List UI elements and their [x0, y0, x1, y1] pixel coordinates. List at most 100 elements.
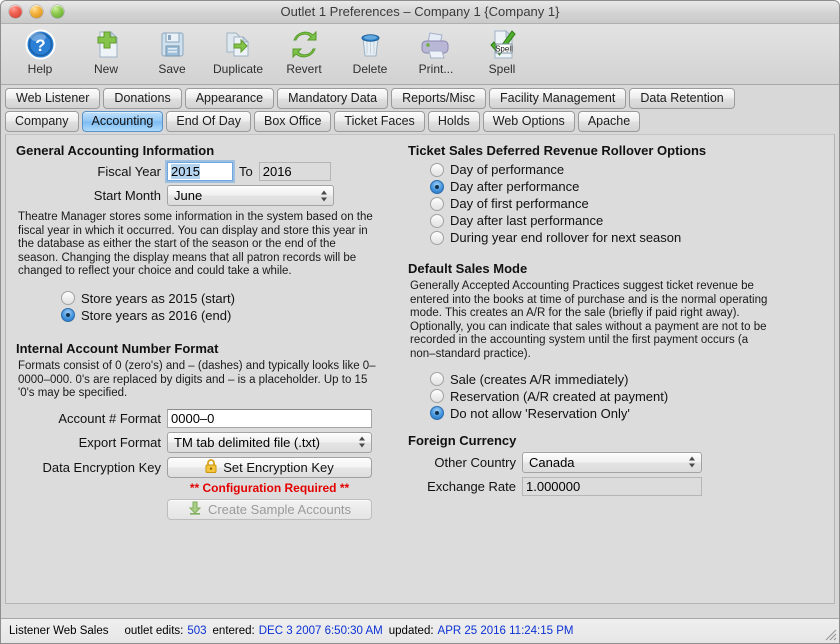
- account-format-row: Account # Format 0000–0: [6, 408, 396, 428]
- tab-apache[interactable]: Apache: [577, 111, 641, 132]
- configuration-required-warning: ** Configuration Required **: [189, 480, 350, 495]
- general-accounting-heading: General Accounting Information: [16, 143, 215, 158]
- deferred-revenue-radio-group: Day of performance Day after performance…: [430, 162, 838, 245]
- option-label: Day of performance: [450, 162, 565, 177]
- tab-web-options[interactable]: Web Options: [482, 111, 575, 132]
- store-years-radio-group: Store years as 2015 (start) Store years …: [61, 291, 396, 323]
- svg-text:?: ?: [35, 36, 45, 55]
- radio-icon: [430, 230, 444, 245]
- toolbar-button-revert[interactable]: Revert: [271, 24, 337, 76]
- svg-text:Spell: Spell: [495, 44, 513, 53]
- export-format-label: Export Format: [78, 434, 161, 450]
- fiscal-year-label: Fiscal Year: [97, 164, 161, 179]
- toolbar-button-duplicate[interactable]: Duplicate: [205, 24, 271, 76]
- toolbar-button-new[interactable]: New: [73, 24, 139, 76]
- sales-mode-option-no-reservation-only[interactable]: Do not allow 'Reservation Only': [430, 406, 838, 421]
- resize-grip[interactable]: [823, 627, 837, 641]
- tab-facility-management[interactable]: Facility Management: [489, 88, 627, 109]
- stepper-arrows-icon: [359, 436, 366, 449]
- toolbar-label: Duplicate: [212, 62, 264, 76]
- trash-icon: [355, 27, 386, 61]
- other-country-row: Other Country Canada: [398, 451, 838, 473]
- fiscal-year-input[interactable]: 2015: [167, 162, 233, 181]
- toolbar-button-save[interactable]: Save: [139, 24, 205, 76]
- radio-icon: [430, 372, 444, 387]
- tab-end-of-day[interactable]: End Of Day: [166, 111, 251, 132]
- status-value: DEC 3 2007 6:50:30 AM: [258, 625, 383, 637]
- tab-web-listener[interactable]: Web Listener: [5, 88, 101, 109]
- status-updated: updated: APR 25 2016 11:24:15 PM: [389, 625, 574, 637]
- save-floppy-icon: [157, 27, 188, 61]
- deferred-option-day-after-performance[interactable]: Day after performance: [430, 179, 838, 194]
- status-label: entered:: [212, 625, 255, 637]
- radio-icon: [430, 213, 444, 228]
- start-month-select[interactable]: June: [167, 185, 334, 206]
- tab-bar: Web Listener Donations Appearance Mandat…: [1, 85, 839, 132]
- toolbar-label: Delete: [352, 62, 388, 76]
- radio-icon: [430, 406, 444, 421]
- status-label: outlet edits:: [124, 625, 184, 637]
- sales-mode-option-sale[interactable]: Sale (creates A/R immediately): [430, 372, 838, 387]
- stepper-arrows-icon: [689, 456, 696, 469]
- export-format-select[interactable]: TM tab delimited file (.txt): [167, 431, 372, 453]
- create-sample-accounts-button[interactable]: Create Sample Accounts: [167, 498, 372, 520]
- encryption-key-label: Data Encryption Key: [42, 459, 161, 475]
- toolbar: ? Help New Save Duplicate Revert Delete …: [1, 24, 839, 85]
- option-label: During year end rollover for next season: [450, 230, 682, 245]
- tab-mandatory-data[interactable]: Mandatory Data: [277, 88, 389, 109]
- set-encryption-key-button[interactable]: Set Encryption Key: [167, 456, 372, 478]
- start-month-label: Start Month: [93, 188, 161, 203]
- radio-icon: [430, 196, 444, 211]
- export-format-value: TM tab delimited file (.txt): [174, 434, 320, 450]
- tab-accounting[interactable]: Accounting: [81, 111, 164, 132]
- radio-icon: [61, 308, 75, 323]
- left-column: General Accounting Information Fiscal Ye…: [6, 135, 396, 520]
- other-country-label: Other Country: [434, 454, 516, 470]
- option-label: Reservation (A/R created at payment): [450, 388, 669, 404]
- store-years-start-option[interactable]: Store years as 2015 (start): [61, 291, 396, 306]
- other-country-select[interactable]: Canada: [522, 451, 702, 473]
- tab-company[interactable]: Company: [5, 111, 79, 132]
- deferred-option-day-after-last-performance[interactable]: Day after last performance: [430, 213, 838, 228]
- lock-icon: [205, 458, 217, 476]
- exchange-rate-input[interactable]: 1.000000: [522, 476, 702, 496]
- other-country-value: Canada: [529, 454, 575, 470]
- tab-holds[interactable]: Holds: [427, 111, 480, 132]
- toolbar-button-help[interactable]: ? Help: [7, 24, 73, 76]
- deferred-option-day-of-first-performance[interactable]: Day of first performance: [430, 196, 838, 211]
- radio-icon: [430, 162, 444, 177]
- deferred-option-day-of-performance[interactable]: Day of performance: [430, 162, 838, 177]
- option-label: Day after last performance: [450, 213, 604, 228]
- help-icon: ?: [25, 27, 56, 61]
- fiscal-year-to-input[interactable]: 2016: [258, 162, 331, 181]
- tab-reports-misc[interactable]: Reports/Misc: [391, 88, 487, 109]
- toolbar-button-print[interactable]: Print...: [403, 24, 469, 76]
- tab-data-retention[interactable]: Data Retention: [629, 88, 735, 109]
- start-month-row: Start Month June: [6, 185, 396, 206]
- tab-appearance[interactable]: Appearance: [184, 88, 275, 109]
- status-entered: entered: DEC 3 2007 6:50:30 AM: [213, 625, 383, 637]
- tab-box-office[interactable]: Box Office: [253, 111, 332, 132]
- tab-row-primary: Web Listener Donations Appearance Mandat…: [5, 88, 835, 109]
- tab-ticket-faces[interactable]: Ticket Faces: [334, 111, 425, 132]
- tab-donations[interactable]: Donations: [103, 88, 182, 109]
- fiscal-year-value: 2015: [171, 164, 200, 179]
- deferred-option-year-end-rollover[interactable]: During year end rollover for next season: [430, 230, 838, 245]
- radio-icon: [430, 389, 444, 404]
- account-format-label: Account # Format: [58, 410, 161, 426]
- toolbar-label: Help: [27, 62, 53, 76]
- store-years-end-option[interactable]: Store years as 2016 (end): [61, 308, 396, 323]
- encryption-key-row: Data Encryption Key Set Encryption Key: [6, 456, 396, 478]
- sales-mode-option-reservation[interactable]: Reservation (A/R created at payment): [430, 389, 838, 404]
- account-format-input[interactable]: 0000–0: [167, 408, 372, 428]
- toolbar-button-delete[interactable]: Delete: [337, 24, 403, 76]
- sales-mode-heading: Default Sales Mode: [408, 261, 528, 276]
- button-label: Set Encryption Key: [223, 459, 334, 475]
- download-arrow-icon: [188, 501, 202, 518]
- accounting-panel: General Accounting Information Fiscal Ye…: [5, 134, 835, 604]
- account-format-description: Formats consist of 0 (zero's) and – (das…: [18, 359, 376, 400]
- toolbar-button-spell[interactable]: Spell Spell: [469, 24, 535, 76]
- export-format-row: Export Format TM tab delimited file (.tx…: [6, 431, 396, 453]
- toolbar-label: Spell: [488, 62, 516, 76]
- spell-check-icon: Spell: [487, 27, 518, 61]
